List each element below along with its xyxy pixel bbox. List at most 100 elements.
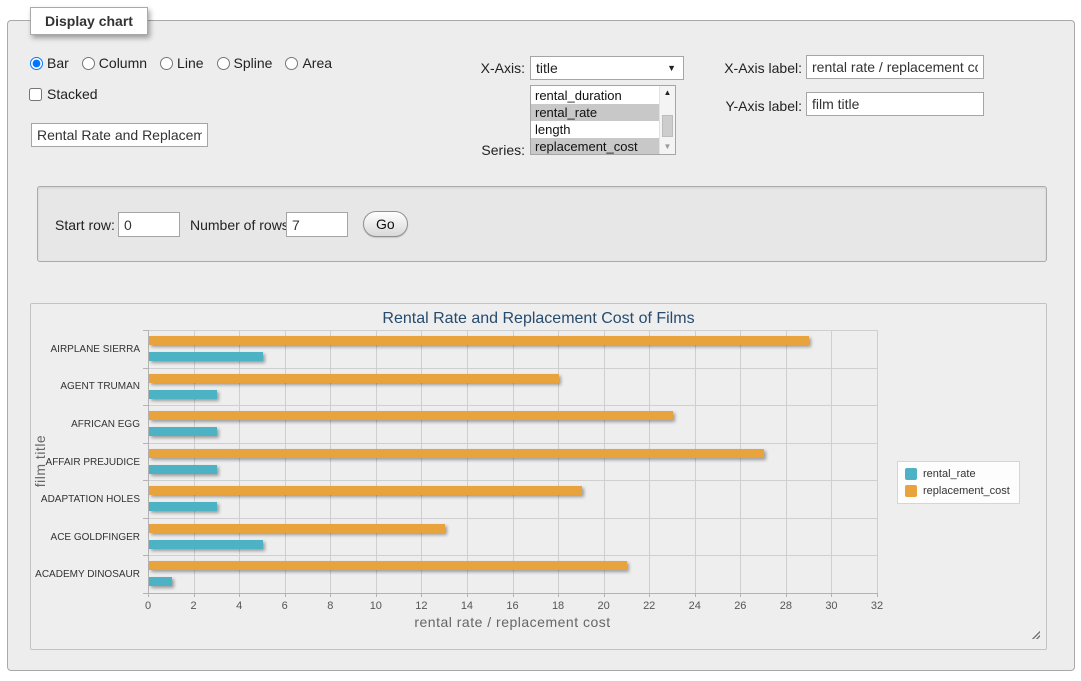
category-label: ACADEMY DINOSAUR <box>35 569 140 580</box>
legend-label-rental_rate: rental_rate <box>923 468 976 480</box>
gridline-v <box>740 330 741 593</box>
x-axis-label-label: X-Axis label: <box>698 58 802 78</box>
gridline-v <box>194 330 195 593</box>
start-row-label: Start row: <box>55 215 115 235</box>
gridline-v <box>649 330 650 593</box>
bar-replacement_cost-airplane-sierra <box>149 336 809 345</box>
chart-type-option-line[interactable]: Line <box>160 55 203 71</box>
gridline-v <box>695 330 696 593</box>
stacked-checkbox[interactable] <box>29 88 42 101</box>
chart-type-option-bar[interactable]: Bar <box>30 55 69 71</box>
chart-title-input[interactable] <box>31 123 208 147</box>
category-label: AFFAIR PREJUDICE <box>35 457 140 468</box>
category-label: AGENT TRUMAN <box>35 381 140 392</box>
gridline-v <box>467 330 468 593</box>
y-axis-label-label: Y-Axis label: <box>698 96 802 116</box>
gridline-v <box>239 330 240 593</box>
category-label: ACE GOLDFINGER <box>35 532 140 543</box>
x-tick-label: 2 <box>179 600 209 612</box>
resize-handle-icon[interactable] <box>1030 629 1040 639</box>
scroll-down-icon[interactable]: ▼ <box>664 142 672 152</box>
x-axis-selected-value: title <box>536 60 558 76</box>
x-tick-label: 32 <box>862 600 892 612</box>
x-tick-label: 28 <box>771 600 801 612</box>
gridline-v <box>877 330 878 593</box>
stacked-option[interactable]: Stacked <box>29 86 98 102</box>
x-tick-mark <box>877 593 878 597</box>
legend-label-replacement_cost: replacement_cost <box>923 485 1010 497</box>
series-list-scrollbar[interactable]: ▲ ▼ <box>659 86 675 154</box>
chart-title: Rental Rate and Replacement Cost of Film… <box>31 310 1046 328</box>
chart-type-option-column[interactable]: Column <box>82 55 147 71</box>
x-tick-label: 30 <box>816 600 846 612</box>
go-button[interactable]: Go <box>363 211 408 237</box>
legend-item-replacement_cost[interactable]: replacement_cost <box>905 485 1010 497</box>
chart-type-radio-bar[interactable] <box>30 57 43 70</box>
panel-title-tab: Display chart <box>30 7 148 35</box>
chart-type-radio-column[interactable] <box>82 57 95 70</box>
chart-type-label-spline: Spline <box>234 55 273 71</box>
category-label: ADAPTATION HOLES <box>35 494 140 505</box>
scrollbar-track[interactable] <box>660 98 675 142</box>
x-tick-label: 12 <box>406 600 436 612</box>
bar-rental_rate-airplane-sierra <box>149 352 263 361</box>
chart-type-radio-spline[interactable] <box>217 57 230 70</box>
x-tick-label: 14 <box>452 600 482 612</box>
panel-title: Display chart <box>45 13 133 29</box>
bar-rental_rate-academy-dinosaur <box>149 577 172 586</box>
display-chart-panel: BarColumnLineSplineArea Stacked X-Axis: … <box>7 20 1075 671</box>
gridline-h <box>148 518 877 519</box>
x-tick-label: 24 <box>680 600 710 612</box>
chart-type-label-column: Column <box>99 55 147 71</box>
series-option-rental_duration[interactable]: rental_duration <box>531 87 659 104</box>
number-of-rows-input[interactable] <box>286 212 348 237</box>
bar-replacement_cost-academy-dinosaur <box>149 561 627 570</box>
x-tick-label: 0 <box>133 600 163 612</box>
number-of-rows-label: Number of rows: <box>190 215 293 235</box>
bar-replacement_cost-agent-truman <box>149 374 559 383</box>
series-option-rental_rate[interactable]: rental_rate <box>531 104 659 121</box>
row-range-panel: Start row: Number of rows: Go <box>37 186 1047 262</box>
chart-type-radio-group: Bar Column Line Spline Area <box>30 55 332 71</box>
x-tick-label: 18 <box>543 600 573 612</box>
legend-item-rental_rate[interactable]: rental_rate <box>905 468 1010 480</box>
gridline-h <box>148 405 877 406</box>
gridline-h <box>148 443 877 444</box>
x-tick-label: 22 <box>634 600 664 612</box>
bar-rental_rate-ace-goldfinger <box>149 540 263 549</box>
x-tick-label: 8 <box>315 600 345 612</box>
scroll-up-icon[interactable]: ▲ <box>664 88 672 98</box>
legend-swatch-replacement_cost <box>905 485 917 497</box>
start-row-input[interactable] <box>118 212 180 237</box>
chart-legend: rental_rate replacement_cost <box>897 461 1020 504</box>
x-tick-label: 16 <box>498 600 528 612</box>
chart-type-radio-line[interactable] <box>160 57 173 70</box>
gridline-h <box>148 555 877 556</box>
category-label: AFRICAN EGG <box>35 419 140 430</box>
gridline-v <box>604 330 605 593</box>
bar-rental_rate-african-egg <box>149 427 217 436</box>
gridline-h <box>148 480 877 481</box>
category-label: AIRPLANE SIERRA <box>35 344 140 355</box>
x-axis-line <box>148 593 877 594</box>
series-option-replacement_cost[interactable]: replacement_cost <box>531 138 659 154</box>
x-axis-select[interactable]: title ▼ <box>530 56 684 80</box>
x-axis-select-label: X-Axis: <box>445 58 525 78</box>
x-axis-label-input[interactable] <box>806 55 984 79</box>
series-multiselect[interactable]: rental_durationrental_ratelengthreplacem… <box>530 85 676 155</box>
chart-type-option-area[interactable]: Area <box>285 55 332 71</box>
series-option-length[interactable]: length <box>531 121 659 138</box>
y-axis-label-input[interactable] <box>806 92 984 116</box>
chart-type-option-spline[interactable]: Spline <box>217 55 273 71</box>
gridline-v <box>831 330 832 593</box>
bar-rental_rate-affair-prejudice <box>149 465 217 474</box>
chart-type-radio-area[interactable] <box>285 57 298 70</box>
gridline-v <box>285 330 286 593</box>
chart-container: Rental Rate and Replacement Cost of Film… <box>30 303 1047 650</box>
bar-replacement_cost-ace-goldfinger <box>149 524 445 533</box>
bar-replacement_cost-adaptation-holes <box>149 486 582 495</box>
scrollbar-thumb[interactable] <box>662 115 673 137</box>
bar-rental_rate-agent-truman <box>149 390 217 399</box>
gridline-h <box>148 368 877 369</box>
x-tick-label: 6 <box>270 600 300 612</box>
